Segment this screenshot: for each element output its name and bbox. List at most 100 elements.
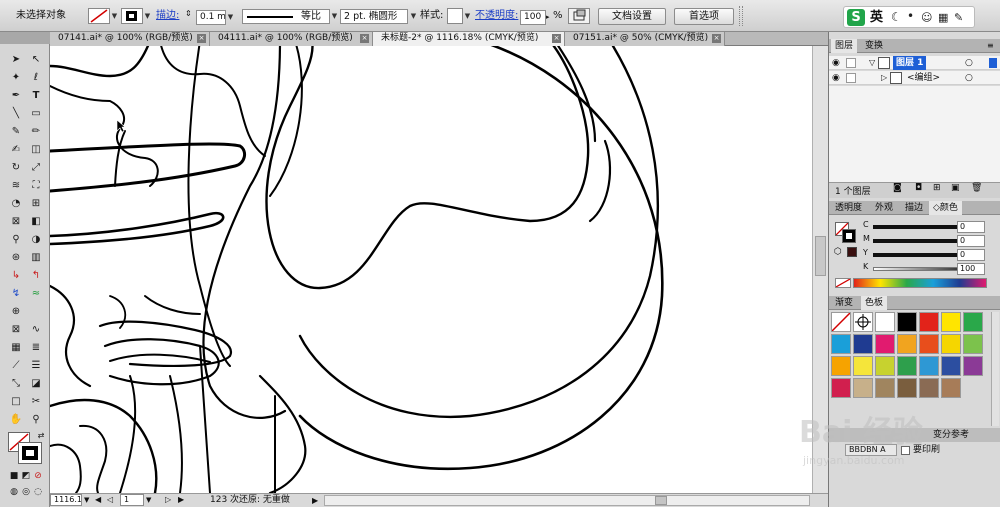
knife-icon[interactable]: ✂	[27, 394, 45, 410]
vertical-scroll-thumb[interactable]	[815, 236, 826, 276]
recolor-button[interactable]	[568, 8, 590, 24]
last-page-icon[interactable]: ▶	[178, 494, 184, 506]
first-page-icon[interactable]: ◀	[95, 494, 101, 506]
graph-tool-icon[interactable]: ▦	[7, 340, 25, 356]
color-swatch[interactable]	[875, 312, 895, 332]
color-swatch[interactable]	[875, 334, 895, 354]
preferences-button[interactable]: 首选项	[674, 8, 734, 25]
color-swatch[interactable]	[919, 312, 939, 332]
eye-icon[interactable]: ◉	[832, 56, 840, 70]
tab-07141[interactable]: 07141.ai* @ 100% (RGB/预览) ×	[50, 32, 210, 46]
lasso-icon[interactable]: ℓ	[27, 70, 45, 86]
tab-untitled-2[interactable]: 未标题-2* @ 1116.18% (CMYK/预览) ×	[373, 32, 565, 46]
zoom-tool-icon[interactable]: ⚲	[27, 412, 45, 428]
tab-appearance[interactable]: 外观	[871, 201, 897, 215]
color-swatch[interactable]	[831, 378, 851, 398]
new-sublayer-icon[interactable]: ⊞	[933, 183, 941, 193]
tab-close-icon[interactable]: ×	[197, 34, 206, 43]
none-swatch[interactable]	[831, 312, 851, 332]
gradient-tool-icon[interactable]: ◧	[27, 214, 45, 230]
list-tool-icon[interactable]: ☰	[27, 358, 45, 374]
horizontal-scrollbar[interactable]	[324, 495, 810, 506]
delete-layer-icon[interactable]: 🗑	[971, 183, 982, 193]
panel-menu-icon[interactable]: ≡	[987, 39, 994, 53]
brush-dropdown-icon[interactable]: ▼	[409, 9, 418, 23]
color-swatch[interactable]	[831, 334, 851, 354]
color-swatch[interactable]	[831, 356, 851, 376]
stroke-weight-field[interactable]: 0.1 mr	[196, 10, 226, 25]
punctuation-icon[interactable]: •	[907, 9, 914, 24]
color-swatch[interactable]	[897, 378, 917, 398]
color-swatch[interactable]	[941, 378, 961, 398]
cyan-value[interactable]: 0	[957, 221, 985, 233]
lock-toggle[interactable]	[846, 58, 856, 68]
direct-selection-tool-icon[interactable]: ↖	[27, 52, 45, 68]
warp-tool-icon[interactable]: ≋	[7, 178, 25, 194]
tab-transparency[interactable]: 透明度	[831, 201, 866, 215]
shape-builder-icon[interactable]: ◔	[7, 196, 25, 212]
layer-row-group[interactable]: ◉ ▷ <编组> ○	[829, 71, 1000, 85]
line-tool-icon[interactable]: ╲	[7, 106, 25, 122]
color-swatch[interactable]	[919, 356, 939, 376]
artwork-paths[interactable]	[50, 46, 828, 493]
prev-page-icon[interactable]: ◁	[107, 494, 113, 506]
stroke-color-box[interactable]	[18, 442, 42, 464]
color-swatch[interactable]	[897, 312, 917, 332]
clipping-mask-icon[interactable]: ◘	[915, 183, 922, 193]
swap-colors-icon[interactable]: ⇄	[32, 428, 50, 444]
hand-tool-icon[interactable]: ✋	[7, 412, 25, 428]
tab-layers[interactable]: 图层	[831, 39, 858, 53]
color-swatch[interactable]	[963, 312, 983, 332]
horizontal-scroll-thumb[interactable]	[655, 496, 667, 505]
selection-tool-icon[interactable]: ➤	[7, 52, 25, 68]
color-spectrum-bar[interactable]	[853, 278, 987, 288]
paintbrush-icon[interactable]: ✎	[7, 124, 25, 140]
color-swatch[interactable]	[941, 334, 961, 354]
stroke-link[interactable]: 描边:	[156, 9, 179, 23]
page-field[interactable]: 1	[120, 494, 144, 506]
slice-tool-icon[interactable]: ∿	[27, 322, 45, 338]
style-dropdown-icon[interactable]: ▼	[463, 9, 472, 23]
magenta-value[interactable]: 0	[957, 235, 985, 247]
measure-tool-icon[interactable]: ⤡	[7, 376, 25, 392]
page-dropdown-icon[interactable]: ▼	[146, 494, 151, 506]
blob-brush-icon[interactable]: ✍	[7, 142, 25, 158]
group-name[interactable]: <编组>	[907, 71, 940, 85]
eraser-icon[interactable]: ◫	[27, 142, 45, 158]
symbol-sprayer-icon[interactable]: ⊛	[7, 250, 25, 266]
zoom-field[interactable]: 1116.18	[50, 494, 82, 506]
eyedropper-icon[interactable]: ⚲	[7, 232, 25, 248]
opacity-dropdown-icon[interactable]: ▸	[546, 10, 550, 24]
fill-swatch[interactable]	[88, 8, 110, 24]
tab-gradient[interactable]: 渐变	[831, 296, 857, 310]
none-mode-icon[interactable]: ⊘	[29, 468, 47, 484]
style-swatch[interactable]	[447, 8, 463, 24]
opacity-field[interactable]: 100	[520, 10, 546, 25]
artboard-select-icon[interactable]: □	[7, 394, 25, 410]
document-setup-button[interactable]: 文档设置	[598, 8, 666, 25]
locate-object-icon[interactable]: ◙	[893, 183, 902, 193]
weight-stepper-icon[interactable]: ⇕	[185, 9, 195, 23]
fill-dropdown-icon[interactable]: ▼	[110, 9, 119, 23]
black-value[interactable]: 100	[957, 263, 985, 275]
tab-close-icon[interactable]: ×	[552, 34, 561, 43]
tab-07151[interactable]: 07151.ai* @ 50% (CMYK/预览) ×	[565, 32, 725, 46]
width-tool-icon[interactable]: ≈	[27, 286, 45, 302]
curvature-icon[interactable]: ↰	[27, 268, 45, 284]
free-transform-icon[interactable]: ⛶	[27, 178, 45, 194]
color-swatch[interactable]	[853, 334, 873, 354]
mesh-tool-icon[interactable]: ⊠	[7, 214, 25, 230]
settings-icon[interactable]: ✎	[954, 10, 963, 25]
new-layer-icon[interactable]: ▣	[951, 183, 960, 193]
sogou-logo[interactable]: S	[847, 9, 865, 26]
color-swatch[interactable]	[941, 312, 961, 332]
tab-transform[interactable]: 变换	[861, 39, 887, 53]
yellow-value[interactable]: 0	[957, 249, 985, 261]
crosshair-tool-icon[interactable]: ⊕	[7, 304, 25, 320]
none-swatch[interactable]	[835, 278, 851, 288]
zoom-dropdown-icon[interactable]: ▼	[84, 494, 89, 506]
anchor-tool-icon[interactable]: ↯	[7, 286, 25, 302]
pen-variant-icon[interactable]: ↳	[7, 268, 25, 284]
color-swatch[interactable]	[941, 356, 961, 376]
pencil-icon[interactable]: ✏	[27, 124, 45, 140]
